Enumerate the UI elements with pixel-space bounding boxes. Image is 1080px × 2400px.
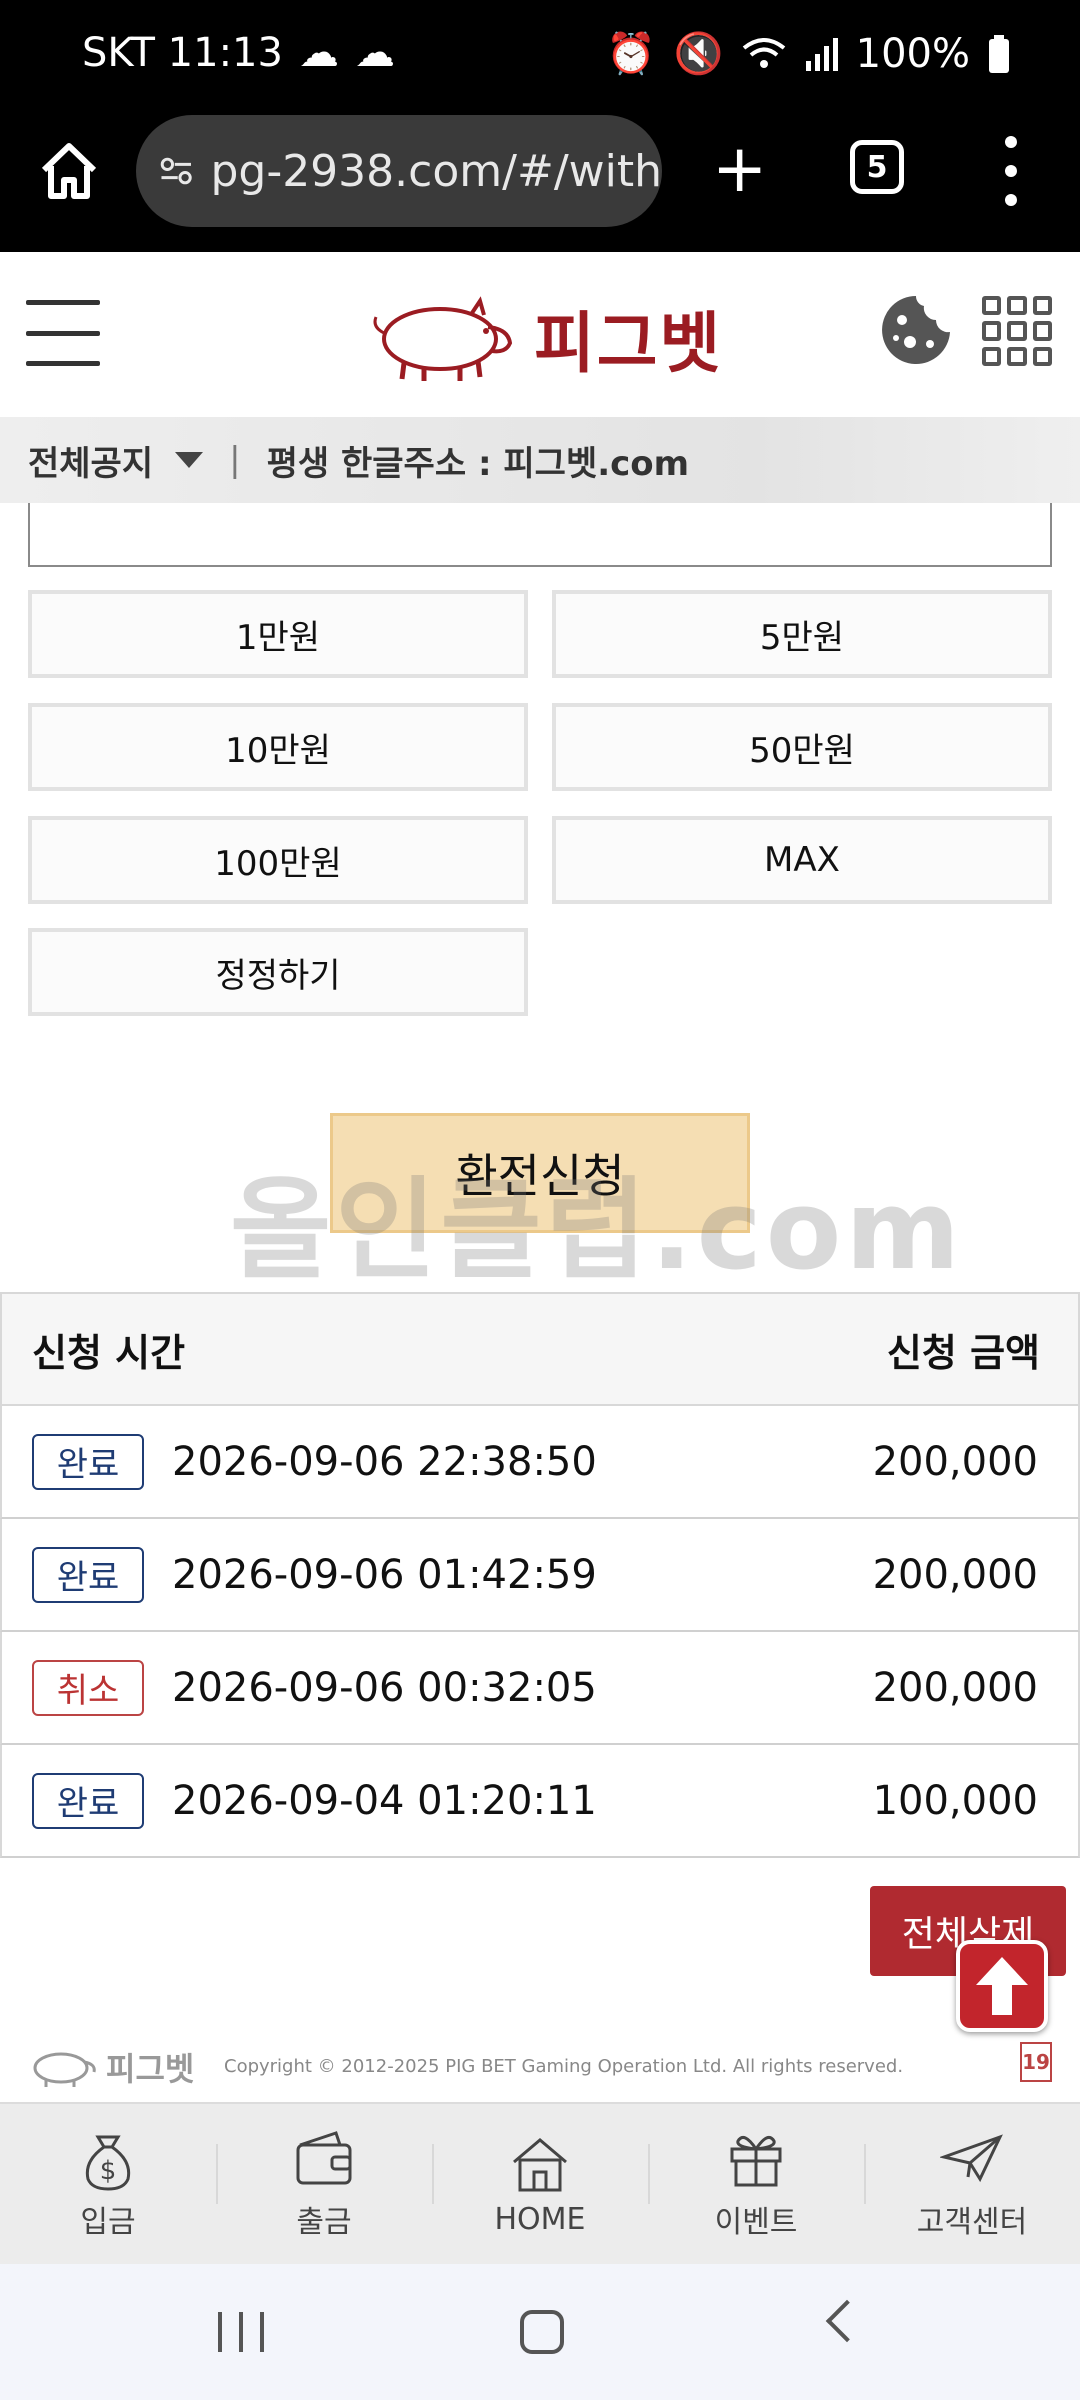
- tab-switcher-button[interactable]: 5: [850, 140, 904, 194]
- status-bar: SKT 11:13 ☁ ☁ ⏰ 🔇 100%: [0, 0, 1080, 112]
- amount-5man-button[interactable]: 5만원: [552, 590, 1052, 678]
- request-time: 2026-09-06 01:42:59: [172, 1551, 597, 1598]
- wallet-icon: [296, 2131, 352, 2185]
- amount-10man-button[interactable]: 10만원: [28, 703, 528, 791]
- notice-bar: 전체공지 | 평생 한글주소 : 피그벳.com: [0, 417, 1080, 503]
- nav-deposit-label: 입금: [80, 2205, 136, 2240]
- table-row[interactable]: 취소 2026-09-06 00:32:05 200,000: [0, 1632, 1080, 1745]
- site-header: 피그벳: [0, 252, 1080, 417]
- more-menu-button[interactable]: [996, 136, 1026, 206]
- paper-plane-icon: [940, 2134, 1003, 2183]
- col-amount-header: 신청 금액: [886, 1330, 1040, 1375]
- cloud-icon: ☁: [298, 30, 339, 76]
- nav-event[interactable]: 이벤트: [648, 2104, 864, 2264]
- table-row[interactable]: 완료 2026-09-04 01:20:11 100,000: [0, 1745, 1080, 1858]
- age-restriction-badge: 19: [1020, 2042, 1052, 2082]
- nav-withdraw[interactable]: 출금: [216, 2104, 432, 2264]
- nav-support[interactable]: 고객센터: [864, 2104, 1080, 2264]
- request-amount: 200,000: [872, 1438, 1038, 1485]
- svg-text:$: $: [100, 2156, 117, 2186]
- nav-home[interactable]: HOME: [432, 2104, 648, 2264]
- mute-icon: 🔇: [673, 31, 724, 77]
- url-bar[interactable]: pg-2938.com/#/with: [136, 115, 662, 227]
- table-row[interactable]: 완료 2026-09-06 01:42:59 200,000: [0, 1519, 1080, 1632]
- recent-apps-icon[interactable]: [218, 2312, 264, 2352]
- dropdown-caret-icon[interactable]: [175, 452, 204, 468]
- withdraw-submit-button[interactable]: 환전신청: [330, 1113, 750, 1233]
- request-time: 2026-09-06 00:32:05: [172, 1664, 597, 1711]
- battery-icon: [989, 34, 1009, 73]
- site-logo[interactable]: 피그벳: [368, 288, 722, 388]
- pig-logo-icon: [33, 2052, 96, 2087]
- scroll-to-top-button[interactable]: [956, 1940, 1048, 2032]
- url-text: pg-2938.com/#/with: [210, 145, 662, 197]
- arrow-up-icon: [976, 1957, 1028, 2015]
- footer-logo: 피그벳: [28, 2044, 194, 2090]
- request-time: 2026-09-04 01:20:11: [172, 1777, 597, 1824]
- copyright-text: Copyright © 2012-2025 PIG BET Gaming Ope…: [224, 2056, 904, 2077]
- amount-input[interactable]: [28, 503, 1052, 567]
- nav-event-label: 이벤트: [714, 2205, 798, 2240]
- status-badge: 완료: [32, 1772, 144, 1829]
- notice-category[interactable]: 전체공지: [28, 436, 153, 485]
- new-tab-button[interactable]: +: [712, 134, 767, 204]
- pig-logo-icon: [373, 296, 513, 381]
- cookie-icon[interactable]: [880, 294, 952, 366]
- gift-icon: [730, 2135, 782, 2187]
- request-amount: 200,000: [872, 1664, 1038, 1711]
- logo-text: 피그벳: [534, 305, 723, 382]
- battery-percent: 100%: [855, 30, 970, 77]
- withdraw-history-table: 신청 시간 신청 금액 완료 2026-09-06 22:38:50 200,0…: [0, 1292, 1080, 1858]
- nav-support-label: 고객센터: [916, 2205, 1028, 2240]
- notice-message: 평생 한글주소 : 피그벳.com: [266, 443, 690, 484]
- table-header: 신청 시간 신청 금액: [0, 1292, 1080, 1406]
- home-icon[interactable]: [38, 140, 100, 202]
- amount-1man-button[interactable]: 1만원: [28, 590, 528, 678]
- system-home-icon[interactable]: [520, 2310, 564, 2354]
- signal-icon: [805, 37, 838, 71]
- alarm-icon: ⏰: [606, 31, 656, 77]
- wifi-icon: [742, 37, 785, 68]
- request-amount: 200,000: [872, 1551, 1038, 1598]
- browser-toolbar: pg-2938.com/#/with + 5: [0, 112, 1080, 252]
- amount-max-button[interactable]: MAX: [552, 816, 1052, 904]
- col-time-header: 신청 시간: [32, 1330, 186, 1375]
- request-time: 2026-09-06 22:38:50: [172, 1438, 597, 1485]
- table-row[interactable]: 완료 2026-09-06 22:38:50 200,000: [0, 1406, 1080, 1519]
- amount-50man-button[interactable]: 50만원: [552, 703, 1052, 791]
- apps-grid-icon[interactable]: [982, 296, 1052, 366]
- cloud-icon: ☁: [354, 30, 395, 76]
- status-badge: 취소: [32, 1659, 144, 1716]
- system-nav-bar: [0, 2264, 1080, 2400]
- footer-logo-text: 피그벳: [106, 2050, 195, 2088]
- nav-home-label: HOME: [494, 2201, 586, 2237]
- nav-deposit[interactable]: $ 입금: [0, 2104, 216, 2264]
- carrier-time: SKT 11:13: [82, 30, 283, 76]
- house-icon: [513, 2137, 567, 2191]
- bottom-nav: $ 입금 출금 HOME 이벤트 고객센터: [0, 2102, 1080, 2264]
- site-settings-icon[interactable]: [160, 153, 192, 189]
- status-badge: 완료: [32, 1546, 144, 1603]
- back-icon[interactable]: [825, 2299, 869, 2343]
- amount-100man-button[interactable]: 100만원: [28, 816, 528, 904]
- notice-separator: |: [229, 440, 241, 480]
- money-bag-icon: $: [85, 2135, 131, 2191]
- menu-icon[interactable]: [26, 300, 100, 366]
- nav-withdraw-label: 출금: [296, 2205, 352, 2240]
- reset-amount-button[interactable]: 정정하기: [28, 928, 528, 1016]
- status-badge: 완료: [32, 1433, 144, 1490]
- request-amount: 100,000: [872, 1777, 1038, 1824]
